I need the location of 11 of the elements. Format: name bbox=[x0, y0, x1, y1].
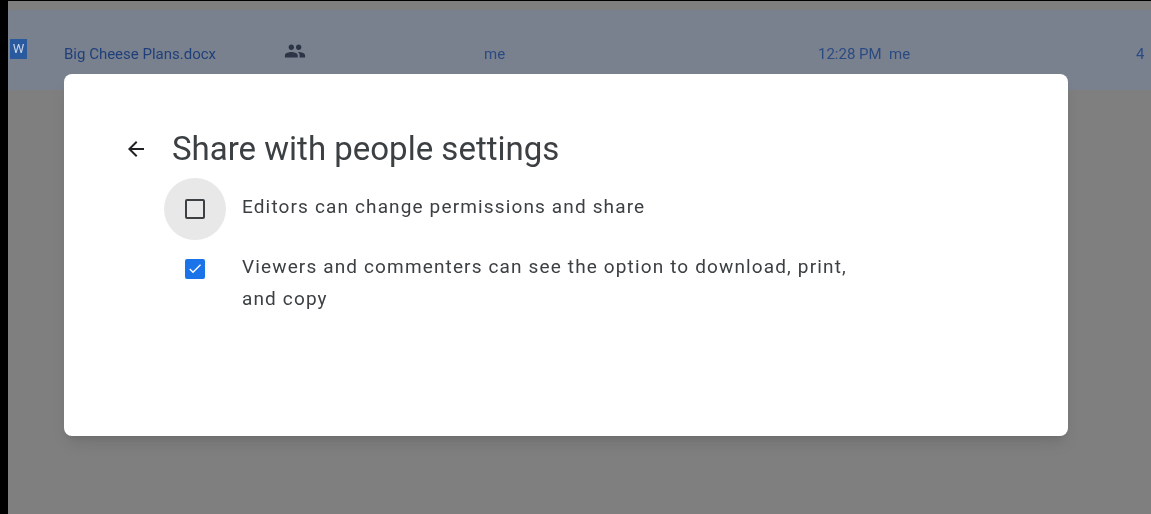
checkbox[interactable] bbox=[185, 258, 205, 279]
dialog-title: Share with people settings bbox=[172, 128, 560, 170]
owner-cell-text: me bbox=[484, 44, 506, 65]
file-name: Big Cheese Plans.docx bbox=[64, 44, 217, 65]
option-label: Editors can change permissions and share bbox=[242, 193, 647, 220]
modified-time: 12:28 PM bbox=[818, 44, 882, 65]
word-file-icon: W bbox=[10, 39, 27, 59]
checkbox[interactable] bbox=[185, 198, 205, 219]
table-cell-text: 4 bbox=[1136, 44, 1145, 65]
modified-by: me bbox=[889, 44, 911, 65]
option-label: Viewers and commenters can see the option to download, print, and copy bbox=[242, 253, 848, 312]
